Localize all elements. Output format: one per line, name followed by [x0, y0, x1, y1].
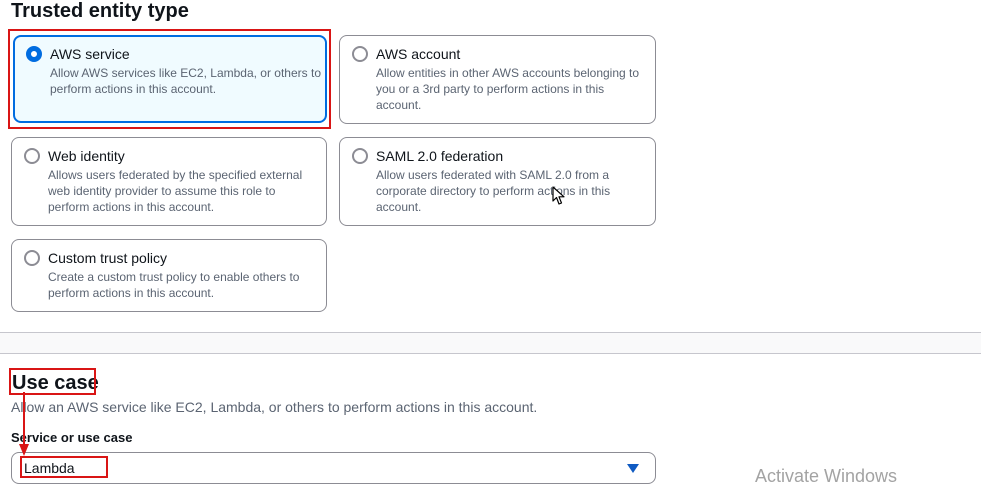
- option-label: SAML 2.0 federation: [376, 148, 504, 164]
- trusted-entity-option-aws-service[interactable]: AWS service Allow AWS services like EC2,…: [13, 35, 327, 123]
- option-description: Create a custom trust policy to enable o…: [48, 270, 300, 300]
- option-description: Allow users federated with SAML 2.0 from…: [376, 168, 611, 214]
- trusted-entity-option-web-identity[interactable]: Web identity Allows users federated by t…: [11, 137, 327, 226]
- option-description: Allow entities in other AWS accounts bel…: [376, 66, 640, 112]
- section-gap: [0, 333, 981, 353]
- option-label: Web identity: [48, 148, 125, 164]
- trusted-entity-type-heading: Trusted entity type: [11, 0, 189, 22]
- selected-service-value: Lambda: [24, 460, 75, 476]
- radio-button-icon[interactable]: [24, 148, 40, 164]
- option-description: Allow AWS services like EC2, Lambda, or …: [50, 66, 321, 96]
- radio-button-icon[interactable]: [26, 46, 42, 62]
- activate-windows-watermark: Activate Windows: [755, 466, 898, 486]
- option-label: AWS service: [50, 46, 130, 62]
- trusted-entity-option-saml-federation[interactable]: SAML 2.0 federation Allow users federate…: [339, 137, 656, 226]
- trusted-entity-option-custom-trust-policy[interactable]: Custom trust policy Create a custom trus…: [11, 239, 327, 312]
- arrow-annotation-icon: [19, 392, 29, 456]
- service-or-use-case-select[interactable]: Lambda: [11, 452, 656, 484]
- caret-down-icon[interactable]: [627, 464, 639, 473]
- trusted-entity-option-aws-account[interactable]: AWS account Allow entities in other AWS …: [339, 35, 656, 124]
- option-label: Custom trust policy: [48, 250, 168, 266]
- section-divider: [0, 353, 981, 354]
- option-description: Allows users federated by the specified …: [48, 168, 303, 214]
- radio-button-icon[interactable]: [352, 46, 368, 62]
- radio-button-icon[interactable]: [24, 250, 40, 266]
- use-case-description: Allow an AWS service like EC2, Lambda, o…: [11, 399, 538, 415]
- option-label: AWS account: [376, 46, 461, 62]
- mouse-pointer-icon: [552, 186, 565, 205]
- radio-button-icon[interactable]: [352, 148, 368, 164]
